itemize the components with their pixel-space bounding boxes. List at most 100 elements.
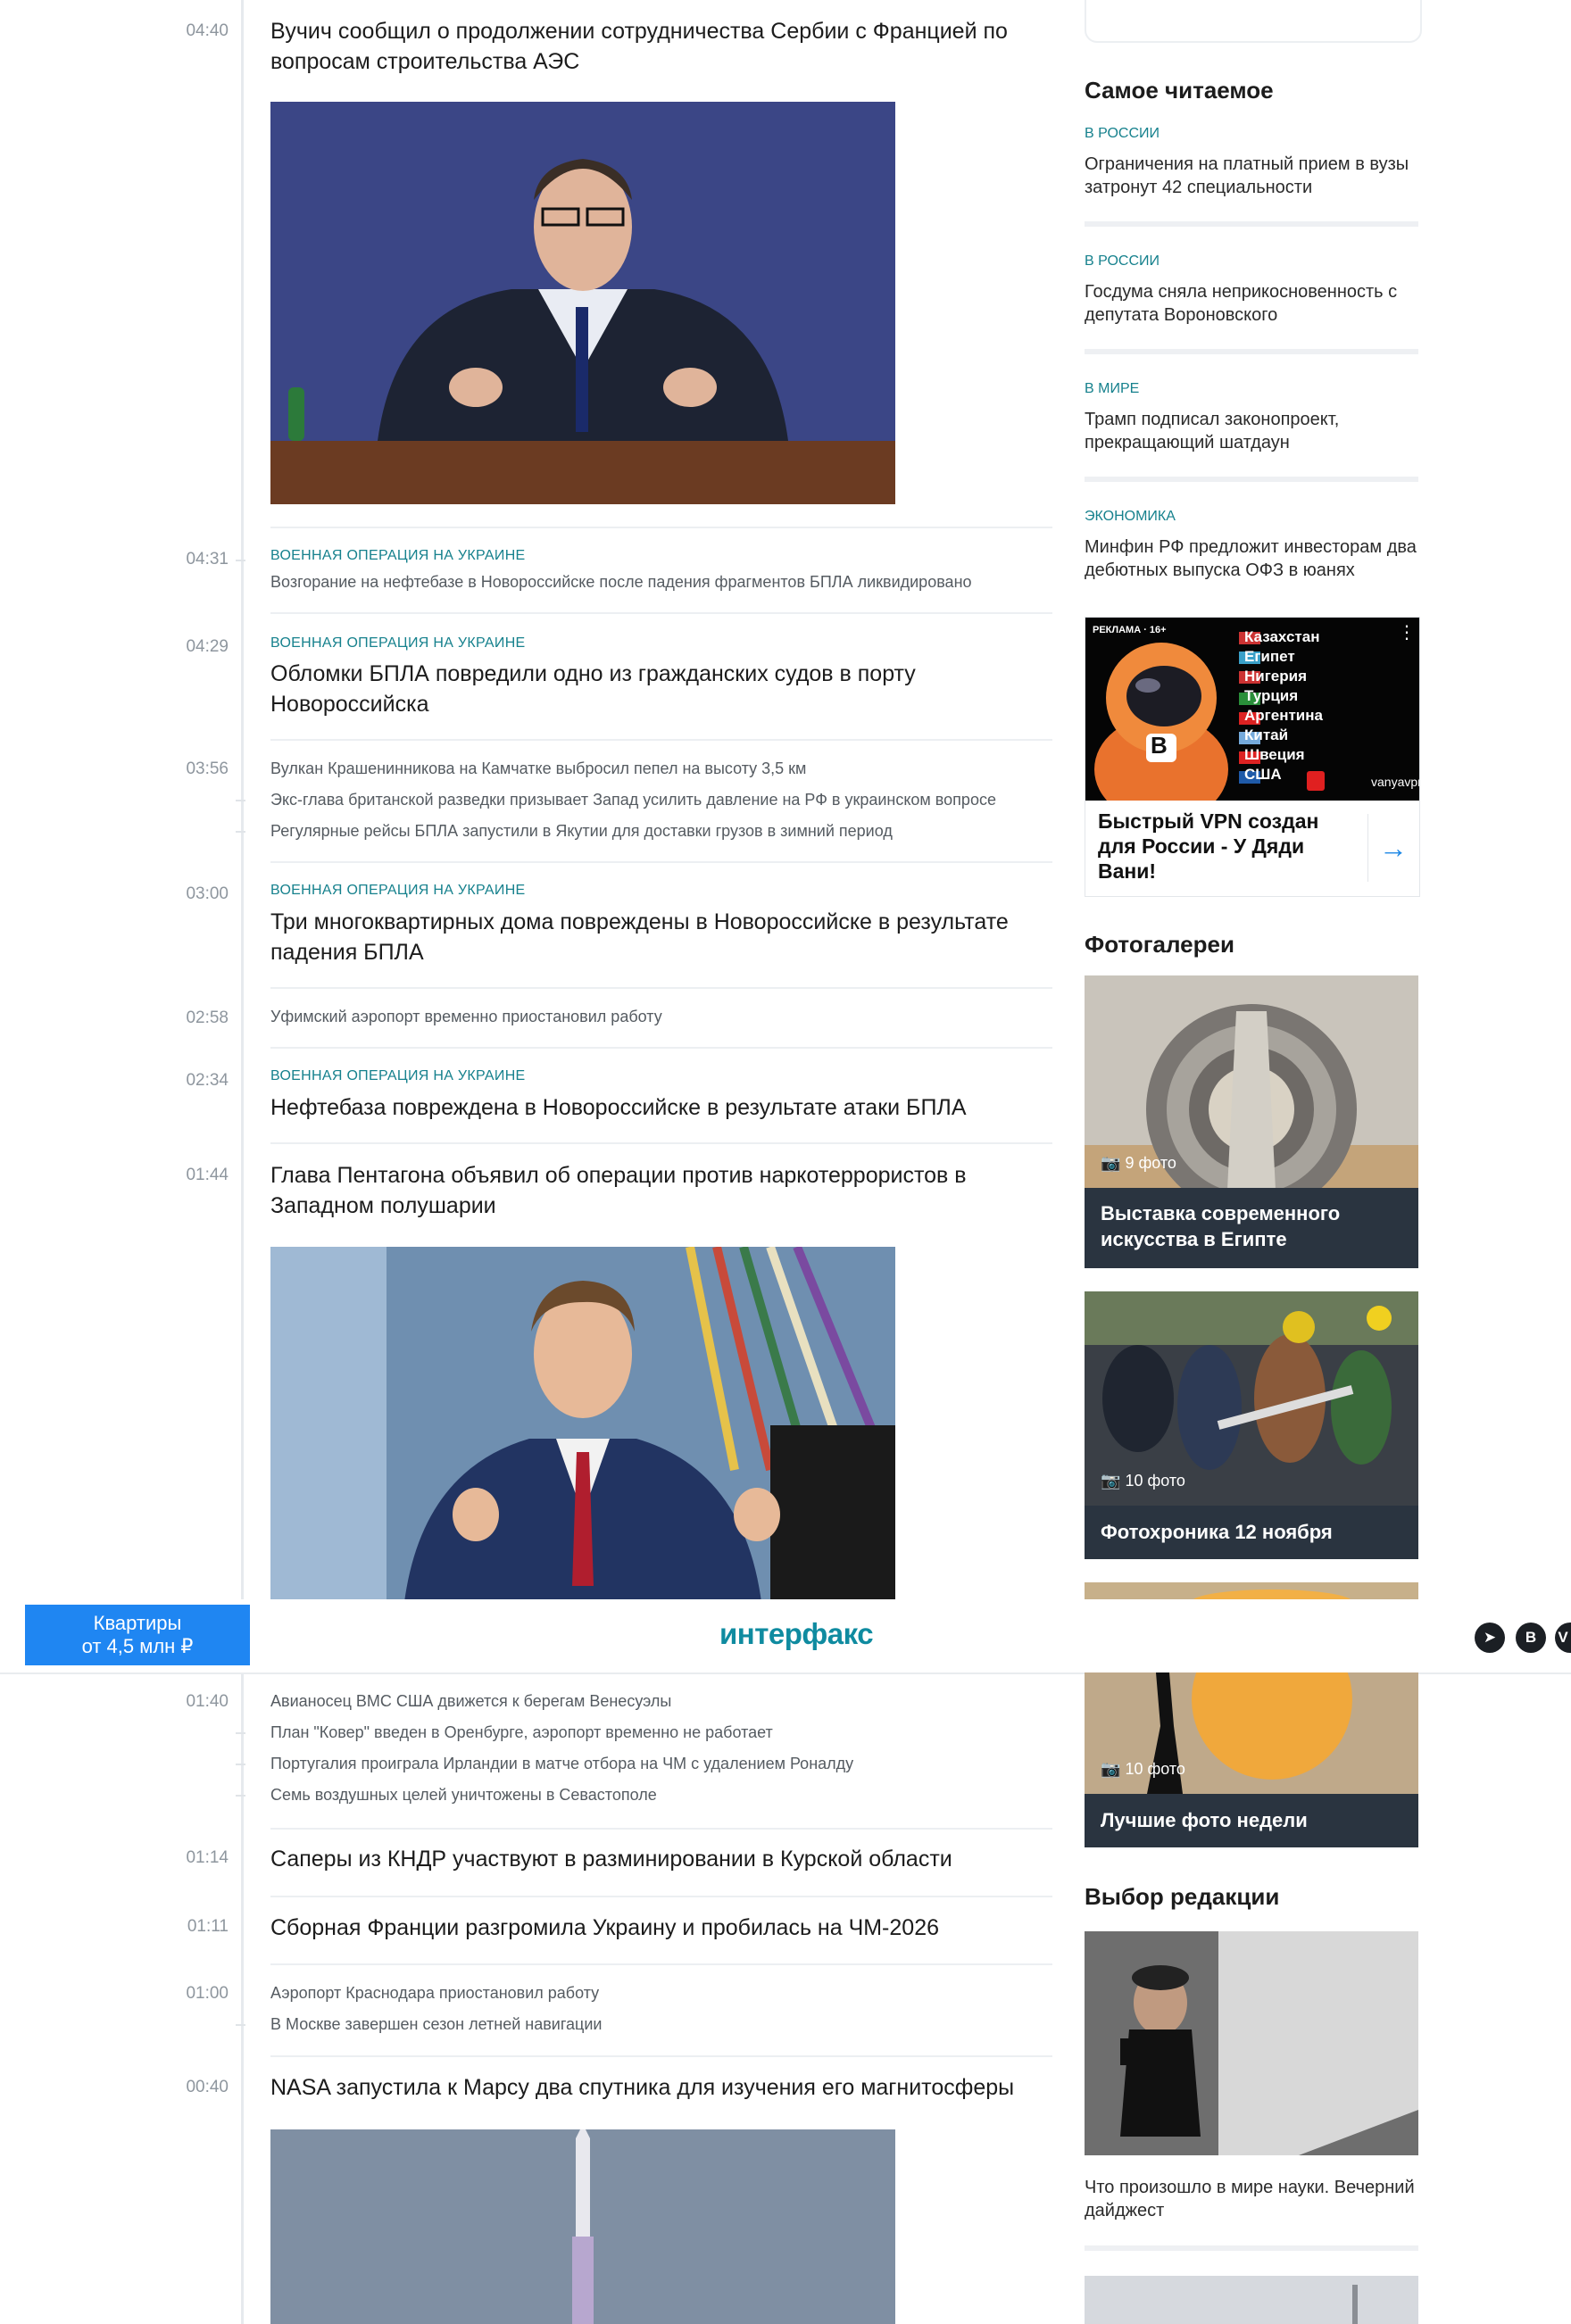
ad-label: РЕКЛАМА · 16+ [1093,625,1167,635]
ad-country: Китай [1244,726,1289,743]
feed-small-headline[interactable]: Экс-глава британской разведки призывает … [270,791,1056,809]
feed-photo-vucic[interactable] [270,102,895,504]
feed-time: 00:40 [186,2078,229,2096]
feed-time: 01:40 [186,1692,229,1711]
feed-separator [270,1047,1052,1049]
viber-icon[interactable]: V [1555,1623,1571,1653]
feed-rubric[interactable]: ВОЕННАЯ ОПЕРАЦИЯ НА УКРАИНЕ [270,883,526,899]
ad-title[interactable]: Быстрый VPN создан для России - У Дяди В… [1098,809,1339,884]
gallery-photo-count: 📷 10 фото [1101,1760,1185,1778]
feed-small-headline[interactable]: Регулярные рейсы БПЛА запустили в Якутии… [270,822,1056,841]
timeline-tick [236,1795,245,1797]
interfax-logo[interactable]: интерфакс [719,1617,874,1651]
apartments-promo-button[interactable]: Квартиры от 4,5 млн ₽ [25,1605,250,1665]
editors-choice-separator [1085,2245,1418,2251]
photo-galleries-title: Фотогалереи [1085,931,1234,958]
gallery-card-chronicle[interactable]: 📷 10 фото Фотохроника 12 ноября [1085,1291,1418,1559]
feed-rubric[interactable]: ВОЕННАЯ ОПЕРАЦИЯ НА УКРАИНЕ [270,548,526,564]
feed-separator [270,739,1052,741]
arrow-right-icon[interactable]: → [1367,814,1418,882]
ad-badge-letter: B [1151,732,1168,759]
most-read-rubric[interactable]: В РОССИИ [1085,126,1160,142]
feed-separator [270,1828,1052,1830]
ad-country: Нигерия [1244,668,1308,685]
ad-domain: vanyavpn.ag [1371,775,1419,789]
vpn-ad-block[interactable]: РЕКЛАМА · 16+ B ⋮ Казахстан Египет Нигер… [1085,617,1420,897]
timeline-tick [236,831,245,833]
feed-small-headline[interactable]: Семь воздушных целей уничтожены в Севаст… [270,1786,1056,1805]
gallery-caption[interactable]: Лучшие фото недели [1085,1794,1418,1847]
most-read-item[interactable]: Ограничения на платный прием в вузы затр… [1085,153,1418,199]
most-read-item[interactable]: Трамп подписал законопроект, прекращающи… [1085,408,1418,454]
camera-icon: 📷 [1101,1760,1121,1778]
timeline-line [241,0,244,2324]
feed-small-headline[interactable]: Португалия проиграла Ирландии в матче от… [270,1755,1056,1773]
feed-headline[interactable]: Сборная Франции разгромила Украину и про… [270,1913,1056,1943]
feed-rubric[interactable]: ВОЕННАЯ ОПЕРАЦИЯ НА УКРАИНЕ [270,1068,526,1084]
sidebar-card-stub [1085,0,1422,43]
timeline-tick [236,1764,245,1765]
feed-time: 04:29 [186,637,229,656]
most-read-item[interactable]: Минфин РФ предложит инвесторам два дебют… [1085,535,1418,582]
editors-choice-title: Выбор редакции [1085,1883,1280,1910]
camera-icon: 📷 [1101,1154,1121,1172]
feed-small-headline[interactable]: Авианосец ВМС США движется к берегам Вен… [270,1692,1056,1711]
vk-icon[interactable]: В [1516,1623,1546,1653]
feed-time: 04:40 [186,21,229,40]
gallery-caption[interactable]: Фотохроника 12 ноября [1085,1506,1418,1559]
gallery-card-egypt[interactable]: 📷 9 фото Выставка современного искусства… [1085,975,1418,1268]
most-read-rubric[interactable]: ЭКОНОМИКА [1085,509,1176,525]
gallery-caption-line: Выставка современного [1101,1202,1341,1224]
feed-separator [270,612,1052,614]
feed-separator [270,1963,1052,1965]
editors-choice-photo[interactable] [1085,1931,1418,2155]
gallery-card-week-top[interactable] [1085,1582,1418,1599]
feed-separator [270,1142,1052,1144]
feed-headline[interactable]: Обломки БПЛА повредили одно из гражданск… [270,659,1056,719]
feed-headline[interactable]: Три многоквартирных дома повреждены в Но… [270,907,1056,967]
feed-small-headline[interactable]: Аэропорт Краснодара приостановил работу [270,1984,1056,2003]
feed-headline[interactable]: NASA запустила к Марсу два спутника для … [270,2072,1056,2103]
feed-photo-pentagon[interactable] [270,1247,895,1602]
most-read-rubric[interactable]: В МИРЕ [1085,381,1139,397]
feed-small-headline[interactable]: Вулкан Крашенинникова на Камчатке выброс… [270,759,1056,778]
timeline-tick [236,800,245,801]
feed-small-headline[interactable]: В Москве завершен сезон летней навигации [270,2015,1056,2034]
feed-small-headline[interactable]: Возгорание на нефтебазе в Новороссийске … [270,573,1056,592]
feed-separator [270,2055,1052,2057]
feed-rubric[interactable]: ВОЕННАЯ ОПЕРАЦИЯ НА УКРАИНЕ [270,635,526,652]
feed-headline[interactable]: Глава Пентагона объявил об операции прот… [270,1160,1056,1221]
gallery-card-week[interactable]: 📷 10 фото Лучшие фото недели [1085,1672,1418,1847]
sticky-header-bar: Квартиры от 4,5 млн ₽ интерфакс ➤ В V [0,1599,1571,1674]
ad-country: Турция [1244,687,1299,704]
feed-time: 02:34 [186,1071,229,1090]
timeline-tick [236,1732,245,1734]
feed-separator [270,1896,1052,1897]
ad-country: Аргентина [1244,707,1323,724]
ad-menu-icon[interactable]: ⋮ [1398,621,1416,643]
most-read-item[interactable]: Госдума сняла неприкосновенность с депут… [1085,280,1418,327]
editors-choice-photo-next[interactable] [1085,2276,1418,2324]
feed-time: 01:00 [186,1984,229,2003]
feed-time: 03:00 [186,884,229,903]
feed-headline[interactable]: Вучич сообщил о продолжении сотрудничест… [270,16,1056,77]
editors-choice-text[interactable]: Что произошло в мире науки. Вечерний дай… [1085,2176,1418,2222]
feed-time: 04:31 [186,550,229,569]
feed-small-headline[interactable]: План "Ковер" введен в Оренбурге, аэропор… [270,1723,1056,1742]
gallery-photo-count: 📷 9 фото [1101,1154,1176,1172]
feed-time: 03:56 [186,759,229,778]
gallery-caption[interactable]: Выставка современного искусства в Египте [1085,1188,1418,1268]
feed-photo-rocket[interactable] [270,2129,895,2324]
ad-country: США [1244,766,1282,783]
most-read-separator [1085,221,1418,227]
feed-separator [270,987,1052,989]
ad-image[interactable]: РЕКЛАМА · 16+ B ⋮ Казахстан Египет Нигер… [1085,618,1419,801]
ad-country: Египет [1244,648,1295,665]
most-read-rubric[interactable]: В РОССИИ [1085,253,1160,270]
feed-small-headline[interactable]: Уфимский аэропорт временно приостановил … [270,1008,1056,1026]
feed-headline[interactable]: Саперы из КНДР участвуют в разминировани… [270,1844,1056,1874]
feed-headline[interactable]: Нефтебаза повреждена в Новороссийске в р… [270,1092,1056,1123]
telegram-icon[interactable]: ➤ [1475,1623,1505,1653]
feed-time: 01:11 [187,1917,229,1936]
most-read-separator [1085,477,1418,482]
